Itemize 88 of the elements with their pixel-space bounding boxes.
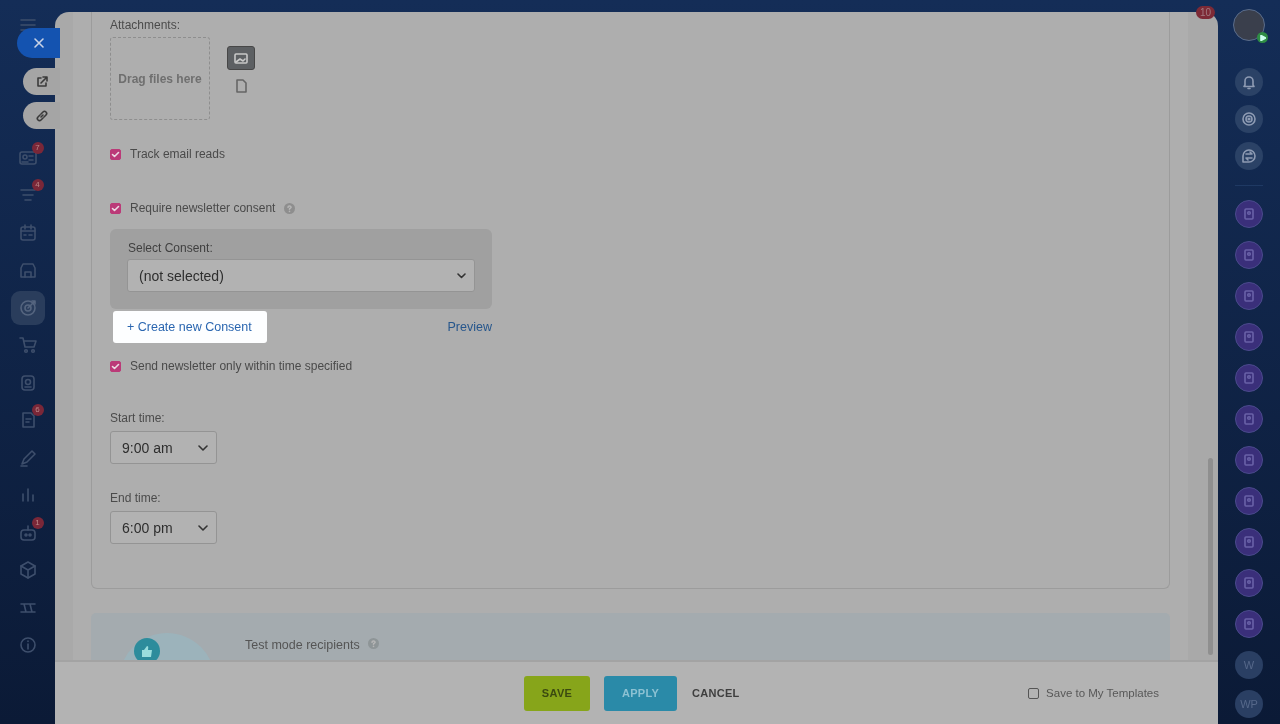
- contact-avatar[interactable]: [1235, 200, 1263, 228]
- chat-swap-icon: [1240, 147, 1258, 165]
- user-avatar[interactable]: [1233, 9, 1265, 41]
- contact-book-icon: [1243, 413, 1255, 425]
- image-button[interactable]: [227, 46, 255, 70]
- help-icon: [284, 202, 296, 214]
- file-icon[interactable]: [235, 79, 247, 93]
- checkbox[interactable]: [110, 148, 121, 160]
- attachments-label: Attachments:: [110, 18, 181, 32]
- contact-avatar[interactable]: [1235, 610, 1263, 638]
- count-badge: 7: [31, 141, 44, 154]
- contact-avatar[interactable]: [1235, 487, 1263, 515]
- notification-count: 10: [1196, 6, 1216, 19]
- sidebar-item[interactable]: 6: [10, 403, 45, 437]
- thumbs-up-icon: [140, 644, 154, 658]
- contact-book-icon: [1243, 249, 1255, 261]
- toolbar-button[interactable]: [1235, 68, 1263, 96]
- checkbox-label: Save to My Templates: [1046, 687, 1159, 699]
- test-mode-label: Test mode recipients: [245, 638, 360, 652]
- contact-avatar[interactable]: [1235, 364, 1263, 392]
- cart-icon: [17, 335, 38, 355]
- scrollbar[interactable]: [1208, 458, 1213, 655]
- start-time-label: Start time:: [110, 411, 165, 425]
- contact-book-icon: [1243, 208, 1255, 220]
- sidebar-item[interactable]: 7: [10, 140, 45, 175]
- notification-bell-icon: [1240, 73, 1258, 91]
- check-icon: [111, 149, 120, 159]
- image-icon: [234, 52, 248, 64]
- save-button[interactable]: SAVE: [524, 675, 590, 711]
- preview-link[interactable]: Preview: [447, 320, 492, 334]
- link-icon: [34, 108, 49, 123]
- contact-book-icon: [1243, 372, 1255, 384]
- info-icon: [17, 635, 38, 655]
- checkbox-label: Track email reads: [130, 147, 225, 161]
- contact-avatar[interactable]: [1235, 323, 1263, 351]
- spiral-icon: [1240, 110, 1258, 128]
- check-icon: [111, 203, 120, 213]
- checkbox[interactable]: [1028, 687, 1040, 699]
- sidebar-item[interactable]: 1: [10, 515, 45, 550]
- apply-button[interactable]: APPLY: [604, 675, 677, 711]
- start-time-select[interactable]: 9:00 am: [110, 431, 217, 464]
- contact-avatar[interactable]: [1235, 528, 1263, 556]
- storefront-icon: [17, 260, 38, 280]
- cube-icon: [17, 560, 38, 580]
- checkbox[interactable]: [110, 360, 121, 372]
- contact-avatar[interactable]: [1235, 282, 1263, 310]
- end-time-label: End time:: [110, 491, 161, 505]
- calendar-icon: [17, 222, 38, 243]
- contact-book-icon: [1243, 495, 1255, 507]
- contact-avatar[interactable]: [1235, 569, 1263, 597]
- contact-avatar[interactable]: [1235, 446, 1263, 474]
- contact-book-icon: [1243, 577, 1255, 589]
- checkbox-label: Require newsletter consent: [130, 201, 276, 215]
- contact-avatar[interactable]: [1235, 241, 1263, 269]
- open-window-button[interactable]: [23, 68, 60, 95]
- help-icon: [367, 638, 379, 649]
- count-badge: 4: [31, 179, 44, 191]
- chevron-down-icon: [198, 444, 208, 451]
- toolbar-button[interactable]: [1235, 142, 1263, 170]
- end-time-select[interactable]: 6:00 pm: [110, 511, 217, 544]
- close-icon: [32, 37, 45, 49]
- checkbox-label: Send newsletter only within time specified: [130, 359, 353, 373]
- contact-book-icon: [1243, 618, 1255, 630]
- target-icon: [17, 297, 38, 318]
- sidebar-item[interactable]: [10, 290, 45, 325]
- consent-select[interactable]: (not selected): [127, 259, 475, 292]
- contact-avatar[interactable]: [1235, 405, 1263, 433]
- create-consent-button[interactable]: + Create new Consent: [113, 311, 267, 343]
- count-badge: 6: [31, 404, 44, 416]
- checkbox[interactable]: [110, 202, 121, 214]
- sidebar-item[interactable]: 4: [10, 178, 45, 212]
- contact-book-icon: [1243, 536, 1255, 548]
- contact-book-icon: [1243, 331, 1255, 343]
- copy-link-button[interactable]: [23, 102, 60, 129]
- select-consent-label: Select Consent:: [127, 241, 214, 255]
- cancel-button[interactable]: CANCEL: [692, 675, 740, 711]
- external-link-icon: [34, 74, 49, 89]
- chevron-down-icon: [457, 272, 466, 279]
- file-dropzone[interactable]: Drag files here: [110, 37, 210, 120]
- pen-icon: [17, 447, 38, 468]
- count-badge: 1: [31, 516, 44, 529]
- contact-book-icon: [1243, 454, 1255, 466]
- chevron-down-icon: [198, 524, 208, 531]
- check-icon: [111, 361, 120, 371]
- close-button[interactable]: [17, 28, 60, 58]
- robot-icon: [17, 522, 38, 543]
- contact-book-icon: [1243, 290, 1255, 302]
- toolbar-button[interactable]: [1235, 105, 1263, 133]
